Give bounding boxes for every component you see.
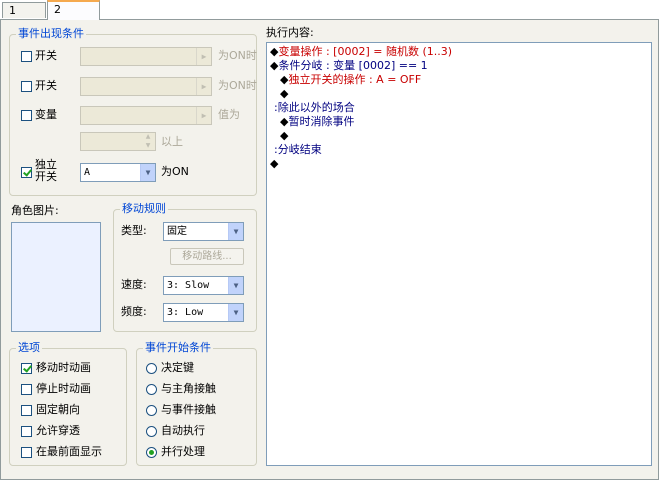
command-text: 除此以外的场合 [277,101,355,114]
movement-group: 移动规则 类型: 固定 ▼ 移动路线... 速度: 3: Slow ▼ 频度: … [113,202,257,332]
trigger-player-touch-label: 与主角接触 [161,382,216,395]
self-switch-suffix: 为ON [161,165,189,178]
switch1-select[interactable]: ▶ [80,47,212,66]
chevron-down-icon: ▼ [228,277,243,294]
variable-select[interactable]: ▶ [80,106,212,125]
movement-type-label: 类型: [121,224,147,237]
option-walk-anim-checkbox[interactable] [21,363,32,374]
switch1-checkbox[interactable] [21,51,32,62]
movement-speed-select[interactable]: 3: Slow ▼ [163,276,244,295]
chevron-right-icon: ▶ [196,48,211,65]
option-direction-fix-checkbox[interactable] [21,405,32,416]
movement-route-button[interactable]: 移动路线... [170,248,244,265]
trigger-autorun-label: 自动执行 [161,424,205,437]
trigger-player-touch-radio[interactable] [146,384,157,395]
trigger-title: 事件开始条件 [143,341,213,355]
options-title: 选项 [16,341,42,355]
option-through-checkbox[interactable] [21,426,32,437]
option-walk-anim-label: 移动时动画 [36,361,91,374]
option-always-on-top-checkbox[interactable] [21,447,32,458]
command-text: 变量操作 : [0002] = 随机数 (1..3) [278,45,453,58]
event-page-panel: 事件出现条件 开关 ▶ 为ON时 开关 ▶ 为ON时 变量 ▶ 值为 ▲ ▼ 以… [0,19,659,480]
execution-content-label: 执行内容: [266,26,314,39]
movement-type-select[interactable]: 固定 ▼ [163,222,244,241]
command-line[interactable]: :分岐结束 [274,143,322,157]
execution-content-list[interactable]: ◆变量操作 : [0002] = 随机数 (1..3) ◆条件分岐 : 变量 [… [266,42,652,466]
command-line[interactable]: ◆独立开关的操作 : A = OFF [280,73,421,87]
command-line[interactable]: ◆ [280,129,288,143]
movement-speed-value: 3: Slow [167,280,210,291]
event-conditions-group: 事件出现条件 开关 ▶ 为ON时 开关 ▶ 为ON时 变量 ▶ 值为 ▲ ▼ 以… [9,27,257,196]
variable-suffix: 值为 [218,108,240,121]
spin-up-icon[interactable]: ▲ [141,133,155,141]
trigger-action-button-radio[interactable] [146,363,157,374]
variable-label: 变量 [35,108,57,121]
self-switch-label-2: 开关 [35,170,57,183]
movement-speed-label: 速度: [121,278,147,291]
command-bullet: ◆ [280,87,289,100]
option-step-anim-checkbox[interactable] [21,384,32,395]
chevron-down-icon: ▼ [140,164,155,181]
switch1-suffix: 为ON时 [218,49,257,62]
command-bullet: ◆ [270,157,279,170]
command-text: 条件分岐 : 变量 [0002] == 1 [278,59,428,72]
trigger-autorun-radio[interactable] [146,426,157,437]
trigger-parallel-label: 并行处理 [161,445,205,458]
command-line[interactable]: ◆变量操作 : [0002] = 随机数 (1..3) [270,45,452,59]
self-switch-checkbox[interactable] [21,167,32,178]
command-line[interactable]: ◆ [280,87,288,101]
movement-freq-label: 频度: [121,305,147,318]
tab-1[interactable]: 1 [2,2,46,18]
chevron-down-icon: ▼ [228,304,243,321]
command-line[interactable]: ◆ [270,157,278,171]
command-text: 独立开关的操作 : A = OFF [288,73,422,86]
event-conditions-title: 事件出现条件 [16,27,86,41]
chevron-right-icon: ▶ [196,107,211,124]
trigger-group: 事件开始条件 决定键 与主角接触 与事件接触 自动执行 并行处理 [136,341,257,466]
character-image-label: 角色图片: [11,204,59,217]
trigger-event-touch-radio[interactable] [146,405,157,416]
trigger-action-button-label: 决定键 [161,361,194,374]
command-line[interactable]: ◆条件分岐 : 变量 [0002] == 1 [270,59,428,73]
switch2-suffix: 为ON时 [218,79,257,92]
option-step-anim-label: 停止时动画 [36,382,91,395]
movement-freq-select[interactable]: 3: Low ▼ [163,303,244,322]
command-text: 暂时消除事件 [288,115,355,128]
tab-2-label: 2 [54,3,61,16]
command-bullet: ◆ [280,129,289,142]
command-line[interactable]: :除此以外的场合 [274,101,355,115]
trigger-event-touch-label: 与事件接触 [161,403,216,416]
variable-checkbox[interactable] [21,110,32,121]
movement-freq-value: 3: Low [167,307,204,318]
variable-value-spinner[interactable]: ▲ ▼ [80,132,156,151]
switch1-label: 开关 [35,49,57,62]
character-image-box[interactable] [11,222,101,332]
movement-type-value: 固定 [167,226,187,237]
switch2-label: 开关 [35,79,57,92]
switch2-checkbox[interactable] [21,81,32,92]
tab-1-label: 1 [9,4,16,17]
chevron-right-icon: ▶ [196,78,211,95]
self-switch-select[interactable]: A ▼ [80,163,156,182]
trigger-parallel-radio[interactable] [146,447,157,458]
spin-down-icon[interactable]: ▼ [141,142,155,150]
self-switch-value: A [84,167,91,178]
option-direction-fix-label: 固定朝向 [36,403,80,416]
variable-above-label: 以上 [161,135,183,148]
option-always-on-top-label: 在最前面显示 [36,445,102,458]
movement-title: 移动规则 [120,202,168,216]
switch2-select[interactable]: ▶ [80,77,212,96]
chevron-down-icon: ▼ [228,223,243,240]
option-through-label: 允许穿透 [36,424,80,437]
command-text: 分岐结束 [277,143,322,156]
command-line[interactable]: ◆暂时消除事件 [280,115,354,129]
options-group: 选项 移动时动画 停止时动画 固定朝向 允许穿透 在最前面显示 [9,341,127,466]
tab-2[interactable]: 2 [47,0,100,20]
